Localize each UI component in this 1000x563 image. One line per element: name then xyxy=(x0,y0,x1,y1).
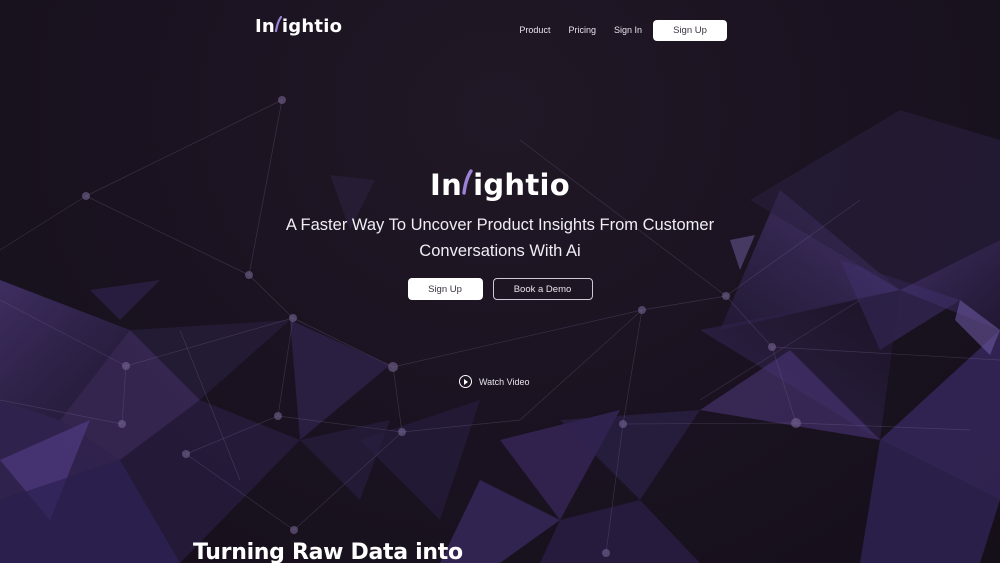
hero-sign-up-button[interactable]: Sign Up xyxy=(407,278,483,300)
brand-name-suffix: ightio xyxy=(281,16,343,37)
book-demo-button[interactable]: Book a Demo xyxy=(492,278,593,300)
hero-subtitle: A Faster Way To Uncover Product Insights… xyxy=(0,212,1000,264)
hero-brand-prefix: In xyxy=(430,168,463,202)
nav-link-pricing[interactable]: Pricing xyxy=(568,25,596,35)
hero-subtitle-line-2: Conversations With Ai xyxy=(419,242,581,260)
section-heading: Turning Raw Data into xyxy=(193,540,463,563)
brand-name-prefix: In xyxy=(255,16,275,37)
hero-logo: In ightio xyxy=(0,168,1000,202)
landing-page: In ightio Product Pricing Sign In Sign U… xyxy=(0,0,1000,563)
nav-sign-up-button[interactable]: Sign Up xyxy=(653,19,727,41)
hero-subtitle-line-1: A Faster Way To Uncover Product Insights… xyxy=(285,216,715,234)
fingerprint-swoosh-icon xyxy=(462,168,473,202)
play-circle-icon xyxy=(459,375,472,388)
fingerprint-swoosh-icon xyxy=(274,15,283,37)
hero-brand-suffix: ightio xyxy=(473,168,570,202)
nav-link-sign-in[interactable]: Sign In xyxy=(614,25,642,35)
brand-logo[interactable]: In ightio xyxy=(255,15,343,37)
hero-cta-group: Sign Up Book a Demo xyxy=(0,278,1000,300)
nav-link-product[interactable]: Product xyxy=(519,25,550,35)
nav-links: Product Pricing Sign In Sign Up xyxy=(519,19,727,41)
watch-video-label: Watch Video xyxy=(479,376,530,387)
watch-video-link[interactable]: Watch Video xyxy=(459,375,530,388)
top-navigation: In ightio Product Pricing Sign In Sign U… xyxy=(0,0,1000,60)
